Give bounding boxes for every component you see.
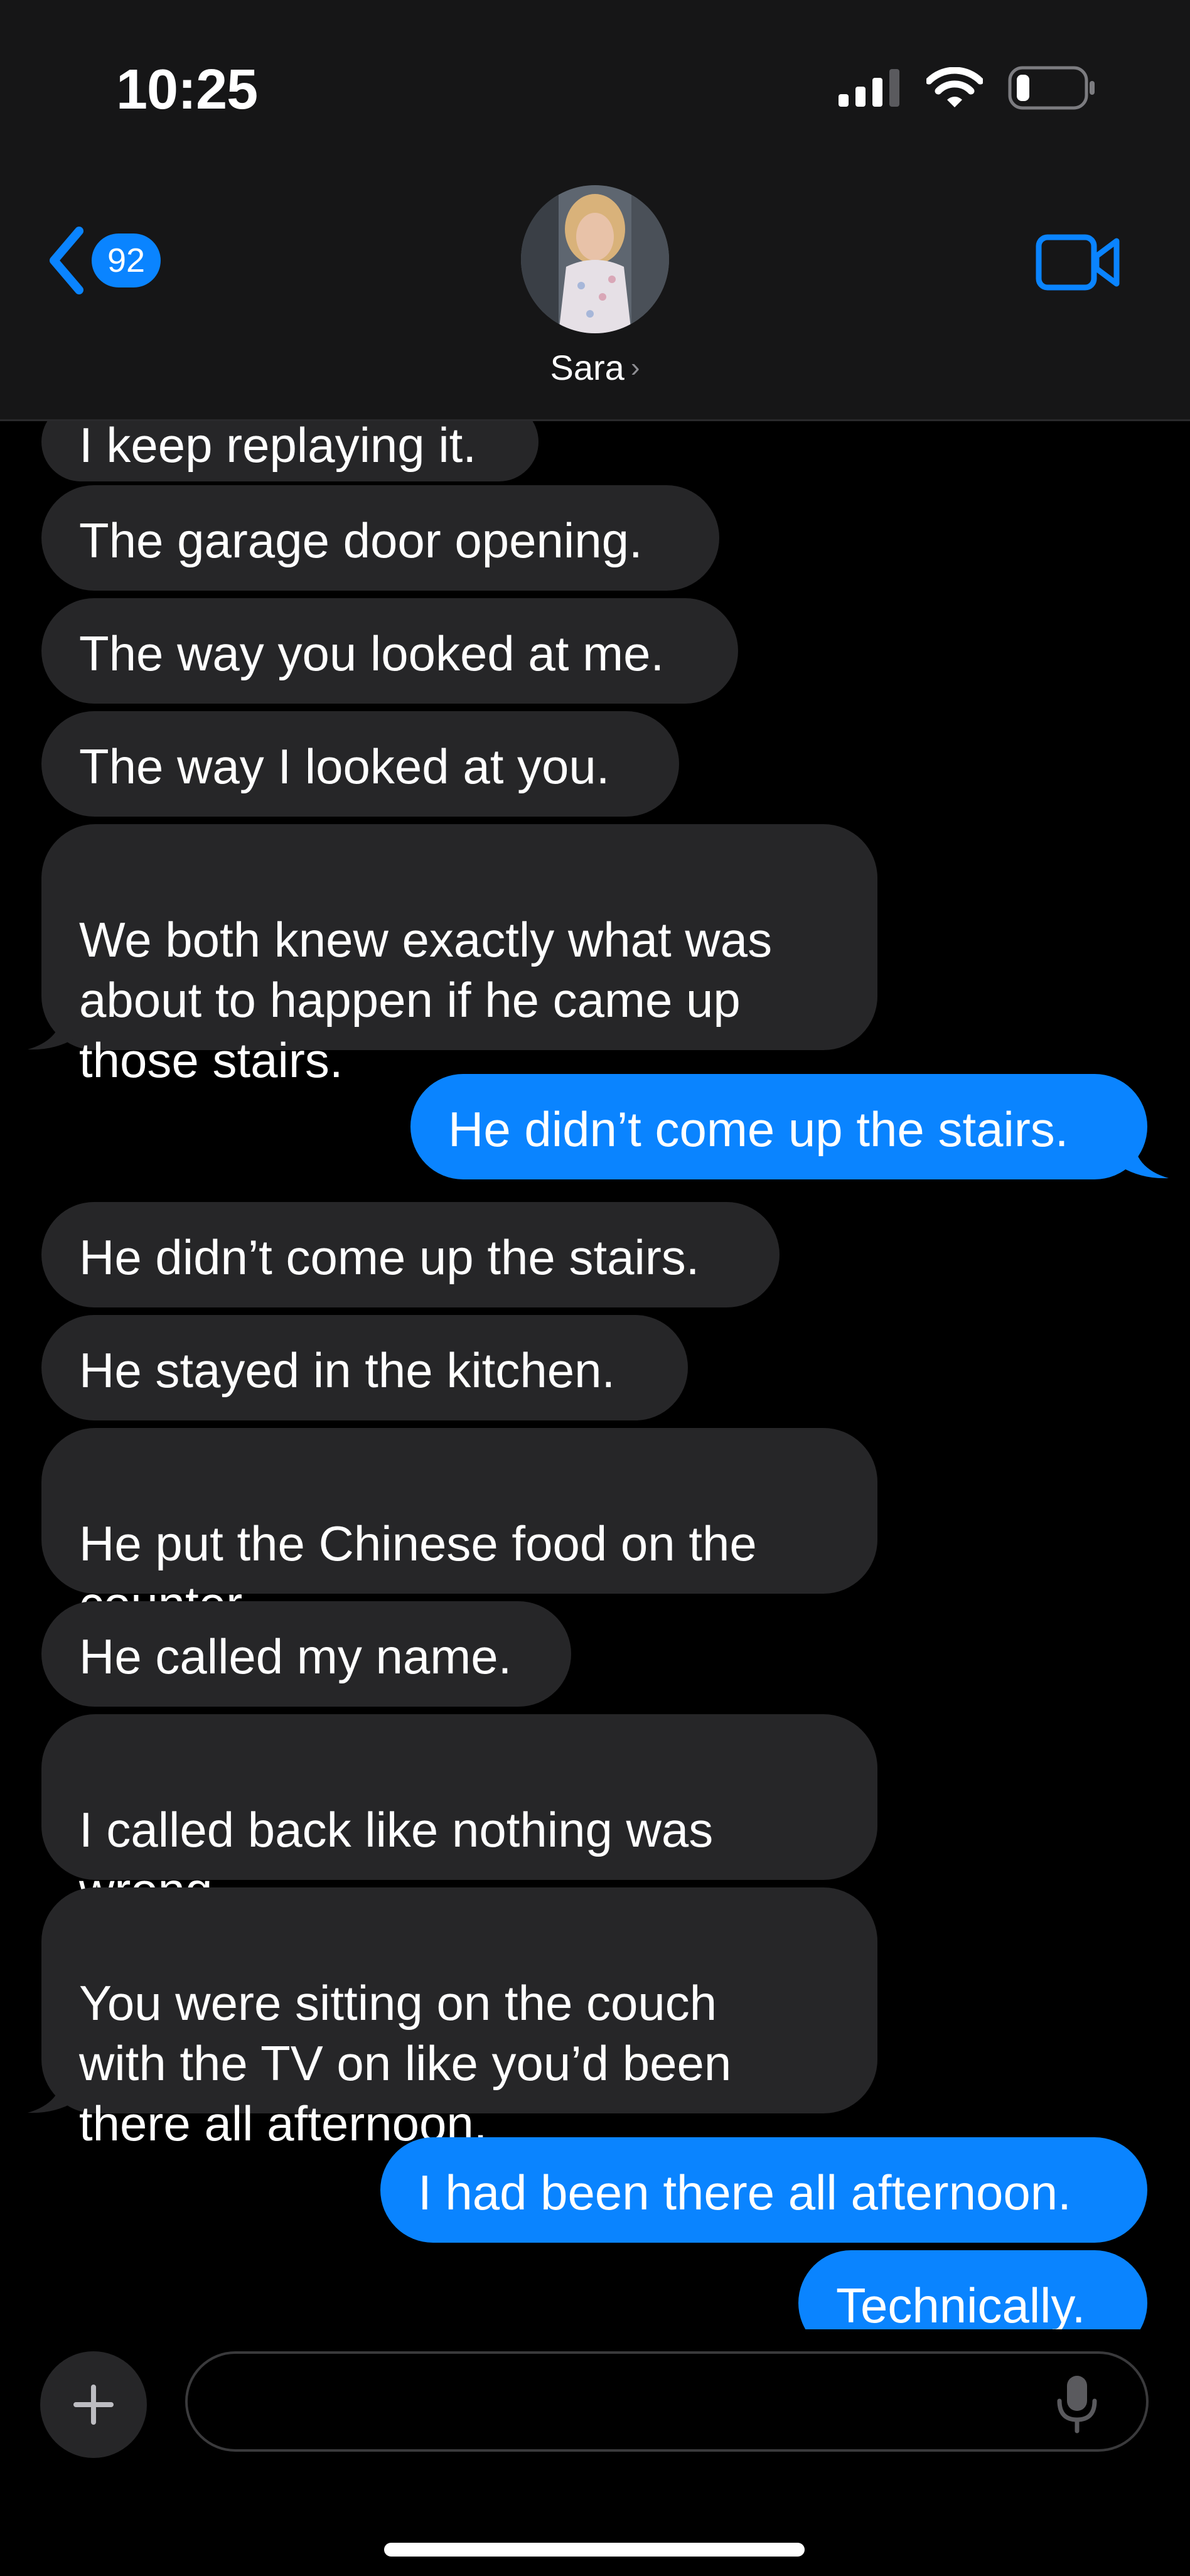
microphone-icon: [1057, 2376, 1097, 2434]
message-bubble-incoming[interactable]: He didn’t come up the stairs.: [41, 1202, 780, 1307]
bubble-tail: [1121, 1137, 1169, 1179]
unread-count-badge: 92: [92, 233, 161, 287]
back-chevron-icon: [50, 227, 83, 294]
message-bubble-incoming[interactable]: You were sitting on the couch with the T…: [41, 1887, 877, 2151]
dictation-button[interactable]: [1054, 2373, 1100, 2437]
conversation-header: 10:25 92 Sara ›: [0, 0, 1190, 421]
message-bubble-incoming[interactable]: He stayed in the kitchen.: [41, 1315, 688, 1420]
compose-bar: [0, 2329, 1190, 2576]
back-button[interactable]: 92: [45, 226, 161, 295]
message-bubble-incoming[interactable]: The way you looked at me.: [41, 598, 738, 704]
message-thread[interactable]: I keep replaying it. The garage door ope…: [0, 421, 1190, 2329]
home-indicator[interactable]: [384, 2543, 805, 2557]
message-input[interactable]: [185, 2351, 1149, 2452]
message-bubble-incoming[interactable]: He put the Chinese food on the counter.: [41, 1428, 877, 1631]
message-bubble-incoming[interactable]: I keep replaying it.: [41, 421, 539, 481]
contact-info-button[interactable]: Sara ›: [521, 185, 669, 388]
status-time: 10:25: [116, 58, 258, 121]
messages-screen: 10:25 92 Sara › I keep replaying it. The…: [0, 0, 1190, 2576]
message-bubble-incoming[interactable]: He called my name.: [41, 1601, 571, 1707]
video-call-button[interactable]: [1036, 232, 1121, 296]
message-bubble-incoming[interactable]: The garage door opening.: [41, 485, 719, 591]
battery-icon: [1008, 66, 1095, 110]
wifi-icon: [926, 67, 983, 107]
message-bubble-incoming[interactable]: The way I looked at you.: [41, 711, 679, 817]
signal-icon: [839, 69, 899, 107]
bubble-tail: [28, 2071, 75, 2113]
message-bubble-outgoing[interactable]: I had been there all afternoon.: [380, 2137, 1147, 2243]
video-call-icon: [1036, 234, 1120, 291]
apps-plus-button[interactable]: [40, 2351, 147, 2458]
message-bubble-incoming[interactable]: We both knew exactly what was about to h…: [41, 824, 877, 1088]
message-bubble-incoming[interactable]: I called back like nothing was wrong.: [41, 1714, 877, 1918]
plus-icon: [73, 2385, 114, 2425]
status-icons: [839, 63, 1096, 113]
contact-avatar: [521, 185, 669, 333]
bubble-tail: [28, 1008, 75, 1050]
message-bubble-outgoing[interactable]: Technically.: [798, 2250, 1147, 2329]
chevron-right-icon: ›: [630, 352, 640, 383]
message-bubble-outgoing[interactable]: He didn’t come up the stairs.: [410, 1074, 1147, 1179]
contact-name: Sara: [550, 348, 624, 387]
